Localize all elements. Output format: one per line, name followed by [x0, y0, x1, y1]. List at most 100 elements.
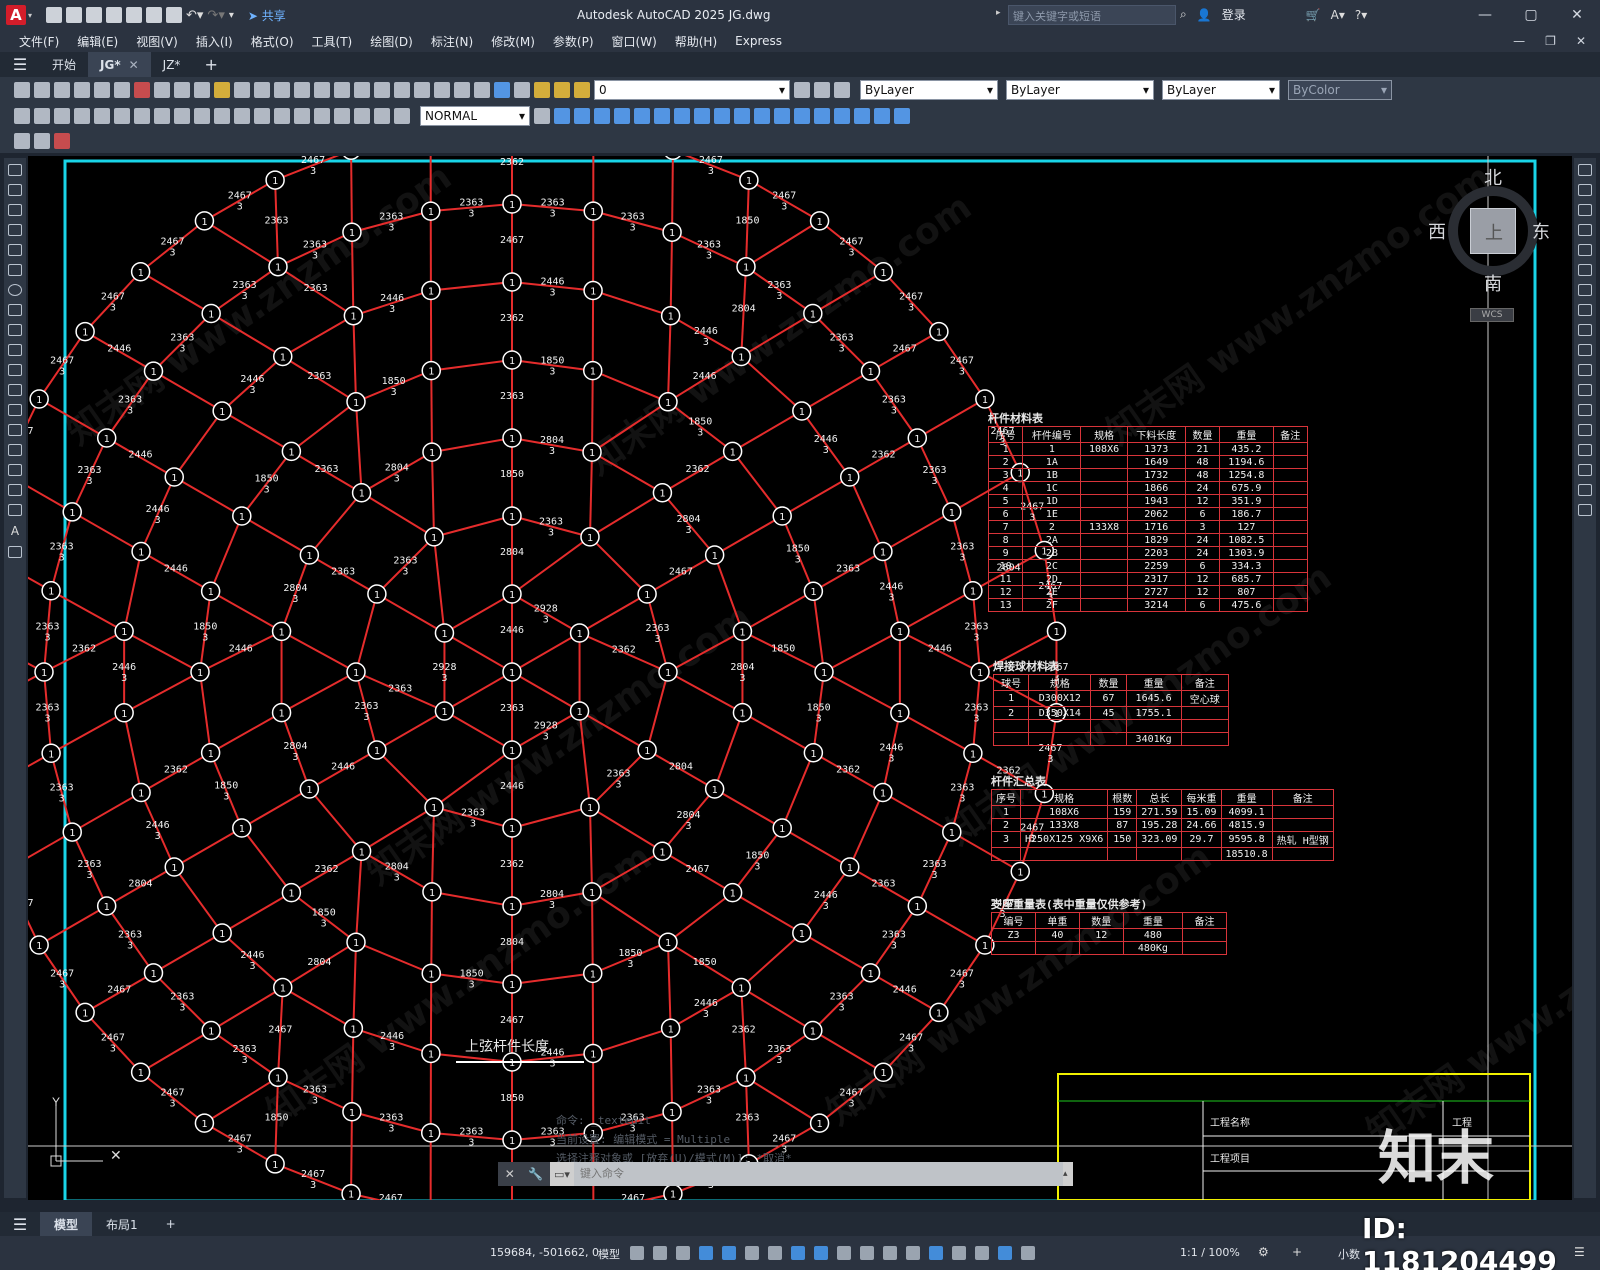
- mirror-icon[interactable]: [1578, 204, 1592, 216]
- layer-properties-icon[interactable]: [514, 82, 530, 98]
- box-icon[interactable]: [554, 108, 570, 124]
- isometric-icon[interactable]: [768, 1246, 782, 1260]
- erase-icon[interactable]: [1578, 164, 1592, 176]
- design-center-icon[interactable]: [394, 82, 410, 98]
- slice-icon[interactable]: [834, 108, 850, 124]
- selection-cycling-icon[interactable]: [883, 1246, 897, 1260]
- zoom-window-icon[interactable]: [334, 82, 350, 98]
- zoom-previous-icon[interactable]: [354, 82, 370, 98]
- block-editor-icon[interactable]: [234, 82, 250, 98]
- open-file-icon[interactable]: [66, 7, 82, 23]
- layer-on-icon[interactable]: [534, 82, 550, 98]
- recent-commands-icon[interactable]: ▭▾: [550, 1168, 574, 1181]
- menu-tools[interactable]: 工具(T): [303, 33, 362, 50]
- stretch-icon[interactable]: [1578, 324, 1592, 336]
- sphere-icon[interactable]: [614, 108, 630, 124]
- tolerance-icon[interactable]: [274, 108, 290, 124]
- lineweight-dropdown[interactable]: ByLayer ▾: [1162, 80, 1280, 100]
- union-icon[interactable]: [774, 108, 790, 124]
- color-dropdown[interactable]: ByLayer ▾: [860, 80, 998, 100]
- tab-start[interactable]: 开始: [40, 52, 88, 77]
- table-icon[interactable]: [8, 504, 22, 516]
- compass-east[interactable]: 东: [1532, 218, 1550, 244]
- layer-dropdown[interactable]: 0 ▾: [594, 80, 790, 100]
- tab-layout1[interactable]: 布局1: [92, 1212, 152, 1236]
- new-icon[interactable]: [14, 82, 30, 98]
- menu-edit[interactable]: 编辑(E): [68, 33, 127, 50]
- annotation-scale[interactable]: 1:1 / 100%: [1180, 1246, 1240, 1259]
- properties-icon[interactable]: [374, 82, 390, 98]
- layout-menu-icon[interactable]: ☰: [0, 1215, 40, 1234]
- help-icon[interactable]: ?▾: [1355, 8, 1367, 22]
- open-icon[interactable]: [34, 82, 50, 98]
- search-input[interactable]: 键入关键字或短语: [1008, 5, 1176, 25]
- 3d-osnap-icon[interactable]: [906, 1246, 920, 1260]
- save-icon[interactable]: [54, 82, 70, 98]
- compass-west[interactable]: 西: [1428, 218, 1446, 244]
- join-icon[interactable]: [1578, 424, 1592, 436]
- customize-qa-icon[interactable]: ▾: [229, 10, 234, 21]
- 3d-align-icon[interactable]: [894, 108, 910, 124]
- command-expand-icon[interactable]: ▴: [1063, 1169, 1073, 1179]
- fillet-icon[interactable]: [1578, 464, 1592, 476]
- layer-state-icon[interactable]: [834, 82, 850, 98]
- sweep-icon[interactable]: [734, 108, 750, 124]
- hamburger-menu-icon[interactable]: ☰: [0, 55, 40, 74]
- region-icon[interactable]: [8, 484, 22, 496]
- close-tab-icon[interactable]: ✕: [129, 58, 139, 72]
- maximize-button[interactable]: ▢: [1508, 0, 1554, 30]
- annotation-visibility-icon[interactable]: [998, 1246, 1012, 1260]
- save-icon[interactable]: [86, 7, 102, 23]
- intersect-icon[interactable]: [814, 108, 830, 124]
- mtext-icon[interactable]: A: [11, 524, 19, 538]
- match-properties-icon[interactable]: [214, 82, 230, 98]
- 3d-rotate-icon[interactable]: [874, 108, 890, 124]
- dim-edit-icon[interactable]: [354, 108, 370, 124]
- pdf-icon[interactable]: [134, 82, 150, 98]
- menu-window[interactable]: 窗口(W): [603, 33, 666, 50]
- print-icon[interactable]: [166, 7, 182, 23]
- wcs-menu[interactable]: WCS: [1470, 308, 1514, 322]
- ordinate-dim-icon[interactable]: [74, 108, 90, 124]
- markup-icon[interactable]: [454, 82, 470, 98]
- revolve-icon[interactable]: [714, 108, 730, 124]
- save-web-icon[interactable]: [146, 7, 162, 23]
- radius-dim-icon[interactable]: [94, 108, 110, 124]
- menu-help[interactable]: 帮助(H): [666, 33, 726, 50]
- redo-icon[interactable]: [274, 82, 290, 98]
- polar-tracking-icon[interactable]: [745, 1246, 759, 1260]
- plot-icon[interactable]: [74, 82, 90, 98]
- compass-south[interactable]: 南: [1484, 270, 1502, 296]
- cut-icon[interactable]: [154, 82, 170, 98]
- ortho-icon[interactable]: [722, 1246, 736, 1260]
- dim-space-icon[interactable]: [234, 108, 250, 124]
- search-expand-icon[interactable]: ▸: [996, 8, 1001, 18]
- customize-command-icon[interactable]: 🔧: [528, 1167, 543, 1181]
- paste-icon[interactable]: [194, 82, 210, 98]
- scale-icon[interactable]: [1578, 304, 1592, 316]
- viewcube-top-face[interactable]: 上: [1470, 208, 1516, 254]
- new-layout-button[interactable]: +: [152, 1212, 190, 1236]
- auto-scale-icon[interactable]: [1021, 1246, 1035, 1260]
- diameter-dim-icon[interactable]: [134, 108, 150, 124]
- dim-update-icon[interactable]: [394, 108, 410, 124]
- dimstyle-dropdown[interactable]: NORMAL ▾: [420, 106, 530, 126]
- tab-jg[interactable]: JG* ✕: [88, 52, 151, 77]
- redo-icon[interactable]: ↷▾: [207, 8, 224, 23]
- line-icon[interactable]: [8, 164, 22, 176]
- copy-object-icon[interactable]: [1578, 184, 1592, 196]
- command-input[interactable]: [574, 1162, 1063, 1186]
- hatch-icon[interactable]: [8, 444, 22, 456]
- spline-icon[interactable]: [8, 324, 22, 336]
- cone-icon[interactable]: [594, 108, 610, 124]
- viewcube[interactable]: 上 北 南 西 东 WCS: [1428, 166, 1550, 322]
- new-file-icon[interactable]: [46, 7, 62, 23]
- insert-block-icon[interactable]: [8, 384, 22, 396]
- copy-icon[interactable]: [174, 82, 190, 98]
- arc-icon[interactable]: [8, 264, 22, 276]
- transparency-icon[interactable]: [860, 1246, 874, 1260]
- grid-icon[interactable]: [630, 1246, 644, 1260]
- linear-dim-icon[interactable]: [14, 108, 30, 124]
- selection-filter-icon[interactable]: [952, 1246, 966, 1260]
- make-block-icon[interactable]: [8, 404, 22, 416]
